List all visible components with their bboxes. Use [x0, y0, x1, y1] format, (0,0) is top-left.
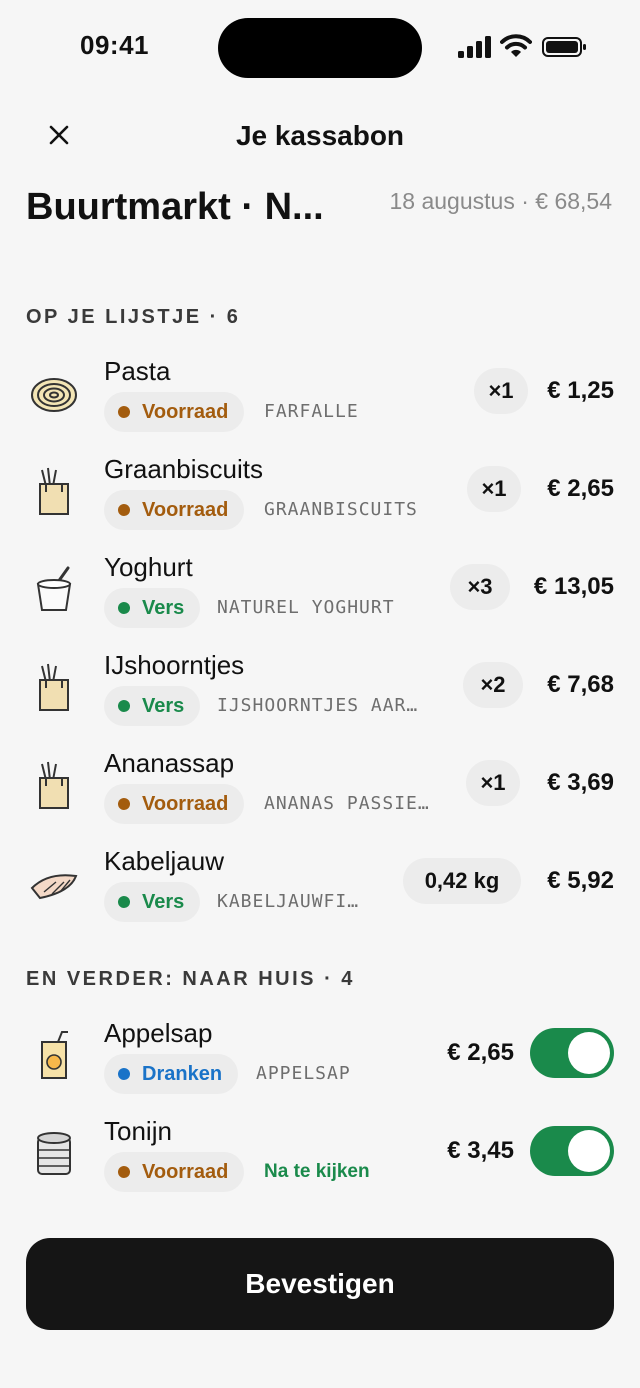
battery-icon: [542, 37, 586, 57]
category-dot: [118, 406, 130, 418]
weight-pill[interactable]: 0,42 kg: [403, 858, 521, 904]
item-detail: KABELJAUWFI…: [217, 891, 360, 912]
toggle-knob: [568, 1032, 610, 1074]
category-chip: Vers: [104, 882, 201, 922]
category-chip: Voorraad: [104, 1152, 245, 1192]
confirm-button[interactable]: Bevestigen: [26, 1238, 614, 1330]
wifi-icon: [500, 34, 532, 57]
quantity-pill[interactable]: ×1: [474, 368, 528, 414]
quantity-pill[interactable]: ×1: [466, 760, 520, 806]
pasta-icon: [31, 378, 77, 412]
review-flag: Na te kijken: [264, 1161, 370, 1182]
list-item[interactable]: Kabeljauw Vers KABELJAUWFI… 0,42 kg € 5,…: [0, 846, 640, 944]
category-dot: [118, 798, 130, 810]
juice-box-icon: [41, 1031, 68, 1079]
list-item[interactable]: Graanbiscuits Voorraad GRAANBISCUITS ×1 …: [0, 454, 640, 552]
item-name: Tonijn: [104, 1116, 172, 1146]
item-name: Graanbiscuits: [104, 454, 263, 484]
status-bar: 09:41: [0, 0, 640, 96]
quantity-pill[interactable]: ×2: [463, 662, 523, 708]
item-price: € 2,65: [547, 475, 614, 502]
category-label: Voorraad: [142, 400, 229, 423]
category-chip: Voorraad: [104, 392, 245, 432]
item-detail: NATUREL YOGHURT: [217, 597, 395, 618]
category-label: Vers: [142, 596, 185, 619]
category-dot: [118, 896, 130, 908]
category-label: Voorraad: [142, 498, 229, 521]
item-price: € 2,65: [447, 1039, 514, 1066]
item-name: Kabeljauw: [104, 846, 224, 876]
item-name: Ananassap: [104, 748, 235, 778]
category-label: Voorraad: [142, 792, 229, 815]
yoghurt-icon: [36, 566, 72, 611]
section-on-list: OP JE LIJSTJE · 6: [26, 306, 241, 328]
item-price: € 7,68: [547, 671, 614, 698]
category-label: Voorraad: [142, 1160, 229, 1183]
category-dot: [118, 1068, 130, 1080]
item-price: € 3,45: [447, 1137, 514, 1164]
status-time: 09:41: [80, 30, 149, 60]
item-detail: APPELSAP: [256, 1063, 351, 1084]
category-chip: Vers: [104, 686, 201, 726]
dynamic-island: [218, 18, 422, 78]
list-item[interactable]: IJshoorntjes Vers IJSHOORNTJES AAR… ×2 €…: [0, 650, 640, 748]
item-price: € 3,69: [547, 769, 614, 796]
category-dot: [118, 700, 130, 712]
store-name: Buurtmarkt · N...: [26, 186, 324, 228]
toggle-knob: [568, 1130, 610, 1172]
cellular-signal-icon: [458, 36, 491, 58]
list-item[interactable]: Tonijn Voorraad Na te kijken € 3,45: [0, 1116, 640, 1214]
item-detail: ANANAS PASSIE…: [264, 793, 430, 814]
item-price: € 13,05: [533, 573, 614, 600]
grocery-bag-icon: [39, 663, 69, 711]
category-dot: [118, 602, 130, 614]
category-chip: Voorraad: [104, 784, 245, 824]
list-item[interactable]: Yoghurt Vers NATUREL YOGHURT ×3 € 13,05: [0, 552, 640, 650]
item-name: Appelsap: [104, 1018, 213, 1048]
fish-icon: [30, 874, 78, 900]
list-item[interactable]: Appelsap Dranken APPELSAP € 2,65: [0, 1018, 640, 1116]
category-chip: Vers: [104, 588, 201, 628]
list-item[interactable]: Ananassap Voorraad ANANAS PASSIE… ×1 € 3…: [0, 748, 640, 846]
receipt-meta: 18 augustus · € 68,54: [389, 188, 613, 214]
category-dot: [118, 504, 130, 516]
item-price: € 1,25: [547, 377, 614, 404]
include-toggle[interactable]: [530, 1028, 614, 1078]
include-toggle[interactable]: [530, 1126, 614, 1176]
item-name: IJshoorntjes: [104, 650, 245, 680]
page-title: Je kassabon: [235, 120, 405, 151]
category-chip: Voorraad: [104, 490, 245, 530]
grocery-bag-icon: [39, 467, 69, 515]
section-home: EN VERDER: NAAR HUIS · 4: [26, 968, 355, 990]
category-label: Vers: [142, 694, 185, 717]
quantity-pill[interactable]: ×1: [467, 466, 521, 512]
item-detail: IJSHOORNTJES AAR…: [217, 695, 419, 716]
category-label: Dranken: [142, 1062, 223, 1085]
tin-can-icon: [37, 1132, 71, 1175]
item-name: Pasta: [104, 356, 171, 386]
item-name: Yoghurt: [104, 552, 193, 582]
list-item[interactable]: Pasta Voorraad FARFALLE ×1 € 1,25: [0, 356, 640, 454]
item-detail: FARFALLE: [264, 401, 359, 422]
item-detail: GRAANBISCUITS: [264, 499, 418, 520]
item-price: € 5,92: [547, 867, 614, 894]
category-label: Vers: [142, 890, 185, 913]
category-chip: Dranken: [104, 1054, 239, 1094]
category-dot: [118, 1166, 130, 1178]
grocery-bag-icon: [39, 761, 69, 809]
quantity-pill[interactable]: ×3: [450, 564, 510, 610]
